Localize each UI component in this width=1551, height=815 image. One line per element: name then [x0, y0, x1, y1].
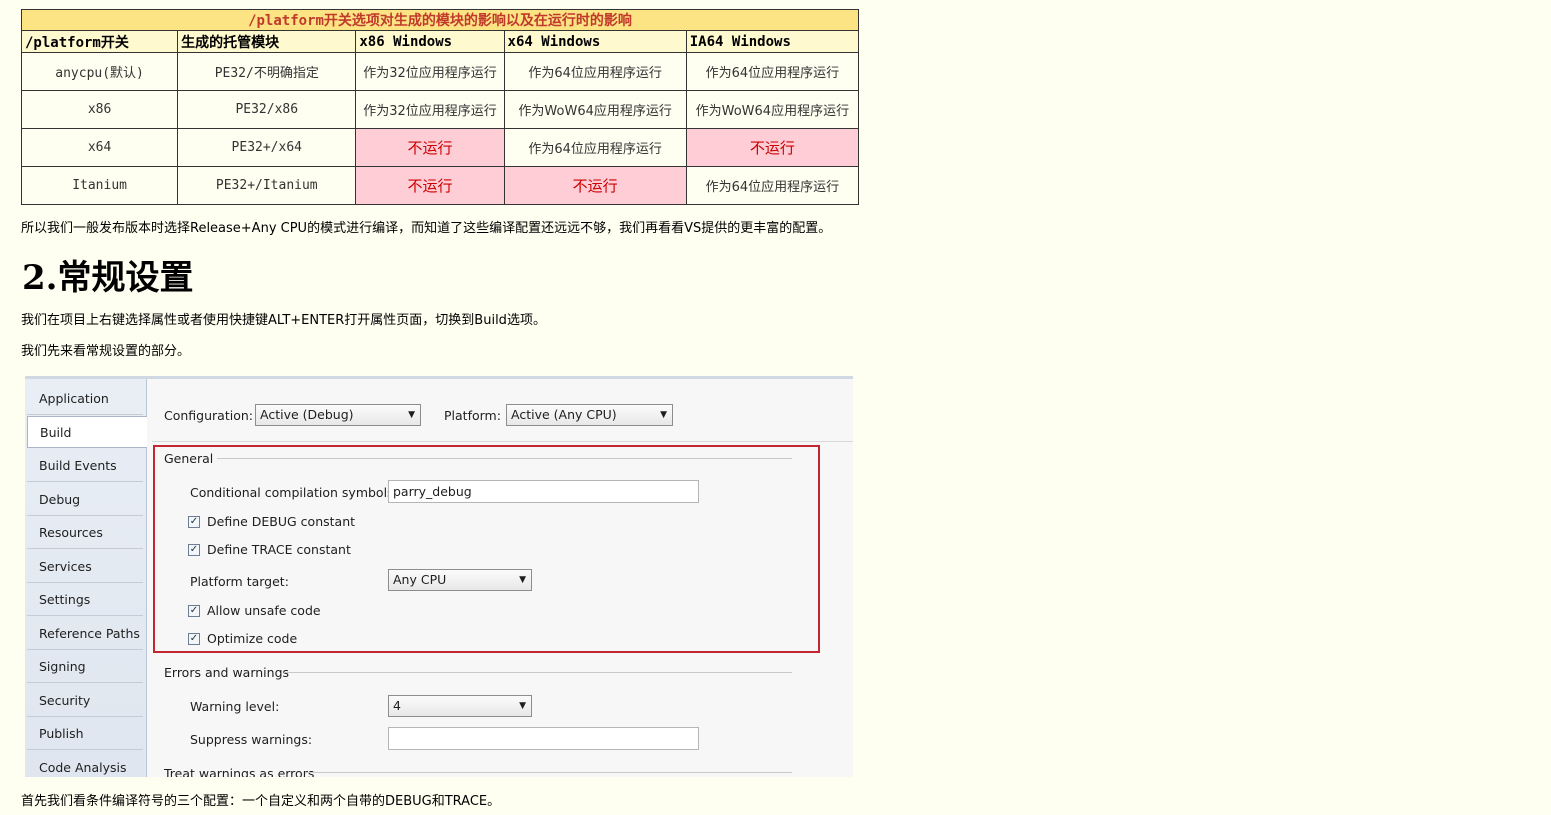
table-cell: 作为WoW64应用程序运行 — [503, 90, 687, 129]
warning-level-dropdown[interactable]: 4 ▼ — [388, 695, 532, 717]
section-heading: 2.常规设置 — [22, 258, 194, 298]
table-cell: 作为64位应用程序运行 — [685, 52, 860, 91]
platform-value: Active (Any CPU) — [511, 407, 617, 422]
divider — [217, 458, 792, 459]
table-header: x86 Windows — [355, 30, 505, 53]
tab-security[interactable]: Security — [27, 685, 143, 717]
table-cell: 作为32位应用程序运行 — [355, 52, 505, 91]
optimize-label: Optimize code — [207, 631, 298, 646]
chevron-down-icon: ▼ — [519, 701, 526, 711]
configuration-dropdown[interactable]: Active (Debug) ▼ — [255, 404, 421, 426]
platform-dropdown[interactable]: Active (Any CPU) ▼ — [506, 404, 673, 426]
table-row: Itanium PE32+/Itanium 不运行 不运行 作为64位应用程序运… — [20, 166, 860, 205]
allow-unsafe-checkbox[interactable]: ✓ — [188, 605, 200, 617]
tab-reference-paths[interactable]: Reference Paths — [27, 618, 143, 650]
tab-resources[interactable]: Resources — [27, 517, 143, 549]
table-row: x64 PE32+/x64 不运行 作为64位应用程序运行 不运行 — [20, 128, 860, 167]
table-cell-not-run: 不运行 — [685, 128, 860, 167]
table-caption: /platform开关选项对生成的模块的影响以及在运行时的影响 — [21, 9, 859, 31]
table-cell: PE32/x86 — [177, 90, 357, 129]
table-cell: anycpu(默认) — [20, 52, 179, 91]
divider — [305, 772, 792, 773]
table-row: anycpu(默认) PE32/不明确指定 作为32位应用程序运行 作为64位应… — [20, 52, 860, 91]
warning-level-value: 4 — [393, 698, 401, 713]
define-debug-checkbox[interactable]: ✓ — [188, 516, 200, 528]
platform-target-value: Any CPU — [393, 572, 447, 587]
table-cell: x64 — [20, 128, 179, 167]
symbols-label: Conditional compilation symbols: — [190, 485, 398, 500]
tab-build[interactable]: Build — [27, 416, 147, 448]
tab-settings[interactable]: Settings — [27, 584, 143, 616]
table-cell: 作为32位应用程序运行 — [355, 90, 505, 129]
project-properties-window: Application Build Build Events Debug Res… — [25, 376, 853, 777]
table-cell-not-run: 不运行 — [355, 128, 505, 167]
paragraph: 首先我们看条件编译符号的三个配置：一个自定义和两个自带的DEBUG和TRACE。 — [21, 794, 501, 809]
build-page: Configuration: Active (Debug) ▼ Platform… — [147, 379, 853, 777]
table-header: x64 Windows — [503, 30, 687, 53]
tab-application[interactable]: Application — [27, 383, 143, 415]
warning-level-label: Warning level: — [190, 699, 280, 714]
chevron-down-icon: ▼ — [660, 410, 667, 420]
configuration-value: Active (Debug) — [260, 407, 354, 422]
define-trace-checkbox[interactable]: ✓ — [188, 544, 200, 556]
table-cell: PE32/不明确指定 — [177, 52, 357, 91]
platform-table: /platform开关选项对生成的模块的影响以及在运行时的影响 /platfor… — [20, 9, 860, 205]
optimize-checkbox[interactable]: ✓ — [188, 633, 200, 645]
tab-code-analysis[interactable]: Code Analysis — [27, 752, 143, 777]
table-cell: 作为64位应用程序运行 — [503, 52, 687, 91]
divider — [284, 672, 792, 673]
paragraph: 所以我们一般发布版本时选择Release+Any CPU的模式进行编译，而知道了… — [21, 221, 832, 236]
paragraph: 我们在项目上右键选择属性或者使用快捷键ALT+ENTER打开属性页面，切换到Bu… — [21, 313, 546, 328]
table-cell: Itanium — [20, 166, 179, 205]
define-debug-label: Define DEBUG constant — [207, 514, 356, 529]
chevron-down-icon: ▼ — [408, 410, 415, 420]
errors-section-label: Errors and warnings — [164, 665, 290, 680]
treat-warnings-section-label: Treat warnings as errors — [164, 766, 315, 777]
tab-publish[interactable]: Publish — [27, 718, 143, 750]
suppress-warnings-input[interactable] — [388, 727, 699, 750]
paragraph: 我们先来看常规设置的部分。 — [21, 344, 191, 359]
suppress-warnings-label: Suppress warnings: — [190, 732, 313, 747]
divider — [152, 441, 853, 442]
platform-target-dropdown[interactable]: Any CPU ▼ — [388, 569, 532, 591]
properties-sidebar: Application Build Build Events Debug Res… — [25, 379, 147, 777]
table-header: /platform开关 — [20, 30, 179, 53]
table-header: IA64 Windows — [685, 30, 860, 53]
table-header: 生成的托管模块 — [177, 30, 357, 53]
table-cell-not-run: 不运行 — [503, 166, 687, 205]
platform-label: Platform: — [444, 408, 501, 423]
table-cell: 作为WoW64应用程序运行 — [685, 90, 860, 129]
platform-target-label: Platform target: — [190, 574, 289, 589]
configuration-label: Configuration: — [164, 408, 253, 423]
general-section-label: General — [164, 451, 214, 466]
table-cell-not-run: 不运行 — [355, 166, 505, 205]
table-cell: x86 — [20, 90, 179, 129]
tab-signing[interactable]: Signing — [27, 651, 143, 683]
table-cell: 作为64位应用程序运行 — [503, 128, 687, 167]
allow-unsafe-label: Allow unsafe code — [207, 603, 321, 618]
chevron-down-icon: ▼ — [519, 575, 526, 585]
tab-services[interactable]: Services — [27, 551, 143, 583]
table-cell: PE32+/x64 — [177, 128, 357, 167]
tab-debug[interactable]: Debug — [27, 484, 143, 516]
define-trace-label: Define TRACE constant — [207, 542, 351, 557]
table-header-row: /platform开关 生成的托管模块 x86 Windows x64 Wind… — [20, 30, 860, 53]
table-cell: 作为64位应用程序运行 — [685, 166, 860, 205]
table-row: x86 PE32/x86 作为32位应用程序运行 作为WoW64应用程序运行 作… — [20, 90, 860, 129]
table-cell: PE32+/Itanium — [177, 166, 357, 205]
tab-build-events[interactable]: Build Events — [27, 450, 143, 482]
symbols-input[interactable]: parry_debug — [388, 480, 699, 503]
